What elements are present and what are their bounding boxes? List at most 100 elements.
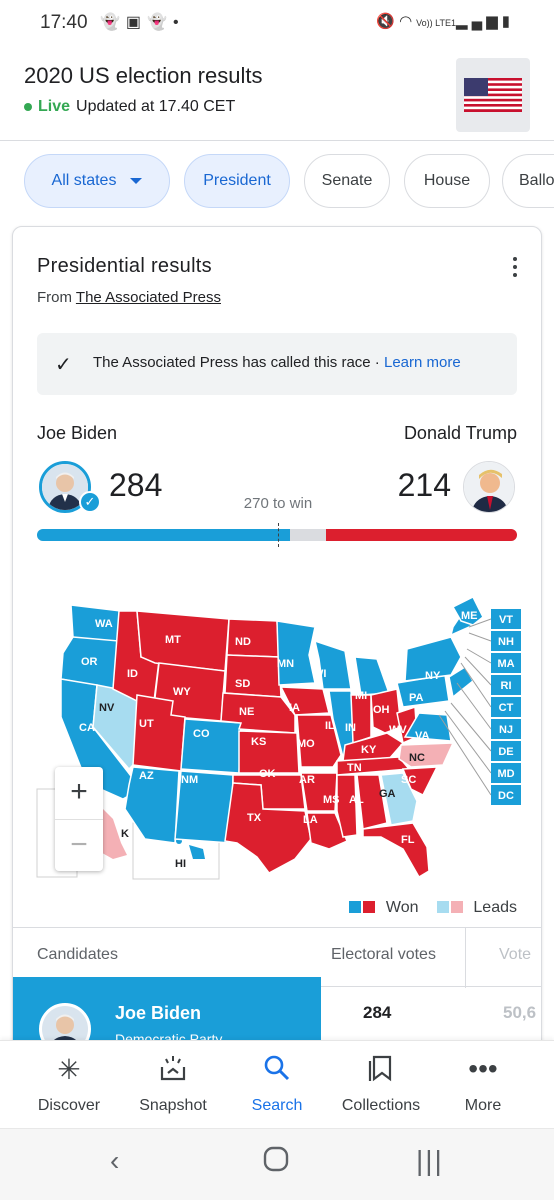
label-ga: GA xyxy=(379,788,396,800)
source-line: From The Associated Press xyxy=(37,289,221,306)
snapchat-icon: 👻 xyxy=(100,14,126,31)
nav-label: Collections xyxy=(341,1097,421,1114)
label-ok: OK xyxy=(259,768,276,780)
nav-label: Search xyxy=(251,1097,303,1114)
learn-more-link[interactable]: Learn more xyxy=(384,354,461,371)
state-nc[interactable] xyxy=(398,742,455,768)
callout-label-dc: DC xyxy=(498,790,514,802)
callout-label-ct: CT xyxy=(499,702,514,714)
label-ky: KY xyxy=(361,744,377,756)
state-mn[interactable] xyxy=(276,620,316,686)
row-votes: 50,6 xyxy=(503,1003,537,1022)
label-nc: NC xyxy=(409,752,425,764)
nav-search[interactable]: Search xyxy=(222,1053,332,1115)
chip-house[interactable]: House xyxy=(404,154,490,208)
race-called-text: The Associated Press has called this rac… xyxy=(93,354,461,371)
volte-icon: Vo)) LTE1 xyxy=(416,18,457,28)
page-title: 2020 US election results xyxy=(24,63,263,88)
source-link[interactable]: The Associated Press xyxy=(76,289,221,306)
nav-more[interactable]: ••• More xyxy=(428,1053,538,1115)
label-id: ID xyxy=(127,668,138,680)
col-electoral-votes: Electoral votes xyxy=(331,946,436,963)
row-candidate-name: Joe Biden xyxy=(115,1003,202,1023)
legend-leads: Leads xyxy=(473,899,517,916)
wifi-icon: ◠ xyxy=(399,13,417,30)
state-sd[interactable] xyxy=(224,654,282,698)
chip-president[interactable]: President xyxy=(184,154,290,208)
bottom-navigation: ✳ Discover Snapshot Search Collections •… xyxy=(0,1040,554,1128)
label-tn: TN xyxy=(347,762,362,774)
callout-label-nh: NH xyxy=(498,636,514,648)
state-fl[interactable] xyxy=(362,822,430,879)
clock: 17:40 xyxy=(40,12,88,33)
snapchat-icon: 👻 xyxy=(147,14,173,31)
callout-label-nj: NJ xyxy=(499,724,513,736)
called-text: The Associated Press has called this rac… xyxy=(93,354,380,371)
label-nm: NM xyxy=(181,774,198,786)
state-mt[interactable] xyxy=(136,610,230,672)
row-electoral-votes: 284 xyxy=(363,1003,392,1022)
status-bar: 17:40 👻▣👻• 🔇◠Vo)) LTE1▂▄▆▮ xyxy=(0,0,554,44)
candidate-left-name: Joe Biden xyxy=(37,423,118,443)
results-header: 2020 US election results Live Updated at … xyxy=(0,48,554,140)
nav-discover[interactable]: ✳ Discover xyxy=(14,1053,124,1115)
label-sc: SC xyxy=(401,774,416,786)
label-nv: NV xyxy=(99,702,115,714)
state-wi[interactable] xyxy=(313,639,352,690)
dot-icon: • xyxy=(172,14,185,31)
label-wv: WV xyxy=(389,724,407,736)
nav-label: Discover xyxy=(37,1097,101,1114)
nav-label: More xyxy=(464,1097,502,1114)
chip-label: All states xyxy=(51,172,117,189)
label-wy: WY xyxy=(173,686,191,698)
to-win-label: 270 to win xyxy=(243,495,313,512)
zoom-in-button[interactable]: + xyxy=(55,767,103,819)
label-hi: HI xyxy=(175,858,186,870)
label-nd: ND xyxy=(235,636,251,648)
zoom-out-button[interactable]: − xyxy=(55,819,103,871)
label-mn: MN xyxy=(277,658,294,670)
filter-chips: All states President Senate House Ballo xyxy=(0,154,554,210)
mute-icon: 🔇 xyxy=(376,13,400,30)
label-wa: WA xyxy=(95,618,113,630)
nav-snapshot[interactable]: Snapshot xyxy=(118,1053,228,1115)
more-options-icon[interactable] xyxy=(511,257,519,281)
label-oh: OH xyxy=(373,704,390,716)
col-votes[interactable]: Vote xyxy=(499,946,531,964)
callout-label-vt: VT xyxy=(499,614,513,626)
won-rep-swatch xyxy=(363,901,376,913)
recents-icon[interactable]: ||| xyxy=(416,1145,444,1177)
label-pa: PA xyxy=(409,692,424,704)
asterisk-icon: ✳ xyxy=(57,1054,81,1085)
back-icon[interactable]: ‹ xyxy=(110,1145,119,1177)
won-dem-swatch xyxy=(349,901,362,913)
leads-dem-swatch xyxy=(436,901,449,913)
leads-rep-swatch xyxy=(450,901,463,913)
us-election-map[interactable]: WA OR CA NV ID MT WY UT CO AZ NM ND SD N… xyxy=(33,597,529,887)
state-ks[interactable] xyxy=(238,730,300,774)
home-icon[interactable] xyxy=(262,1145,290,1180)
signal-icon: ▂▄▆ xyxy=(456,13,502,30)
system-navigation: ‹ ||| xyxy=(0,1128,554,1200)
search-icon xyxy=(222,1053,332,1091)
map-zoom-controls: + − xyxy=(55,767,103,871)
race-called-banner: ✓ The Associated Press has called this r… xyxy=(37,333,517,395)
state-co[interactable] xyxy=(180,718,242,774)
trump-bar-fill xyxy=(326,529,517,541)
state-in[interactable] xyxy=(350,694,372,745)
live-status: Live Updated at 17.40 CET xyxy=(24,98,235,116)
image-icon: ▣ xyxy=(125,14,148,31)
label-ny: NY xyxy=(425,670,441,682)
nav-collections[interactable]: Collections xyxy=(326,1053,436,1115)
notification-icons: 👻▣👻• xyxy=(100,12,185,32)
chip-senate[interactable]: Senate xyxy=(304,154,390,208)
chip-ballot[interactable]: Ballo xyxy=(502,154,554,208)
label-or: OR xyxy=(81,656,98,668)
card-title: Presidential results xyxy=(37,255,212,277)
chip-all-states[interactable]: All states xyxy=(24,154,170,208)
label-ms: MS xyxy=(323,794,340,806)
label-al: AL xyxy=(349,794,364,806)
win-threshold-marker xyxy=(277,523,279,547)
label-ut: UT xyxy=(139,718,154,730)
more-icon: ••• xyxy=(468,1053,498,1084)
